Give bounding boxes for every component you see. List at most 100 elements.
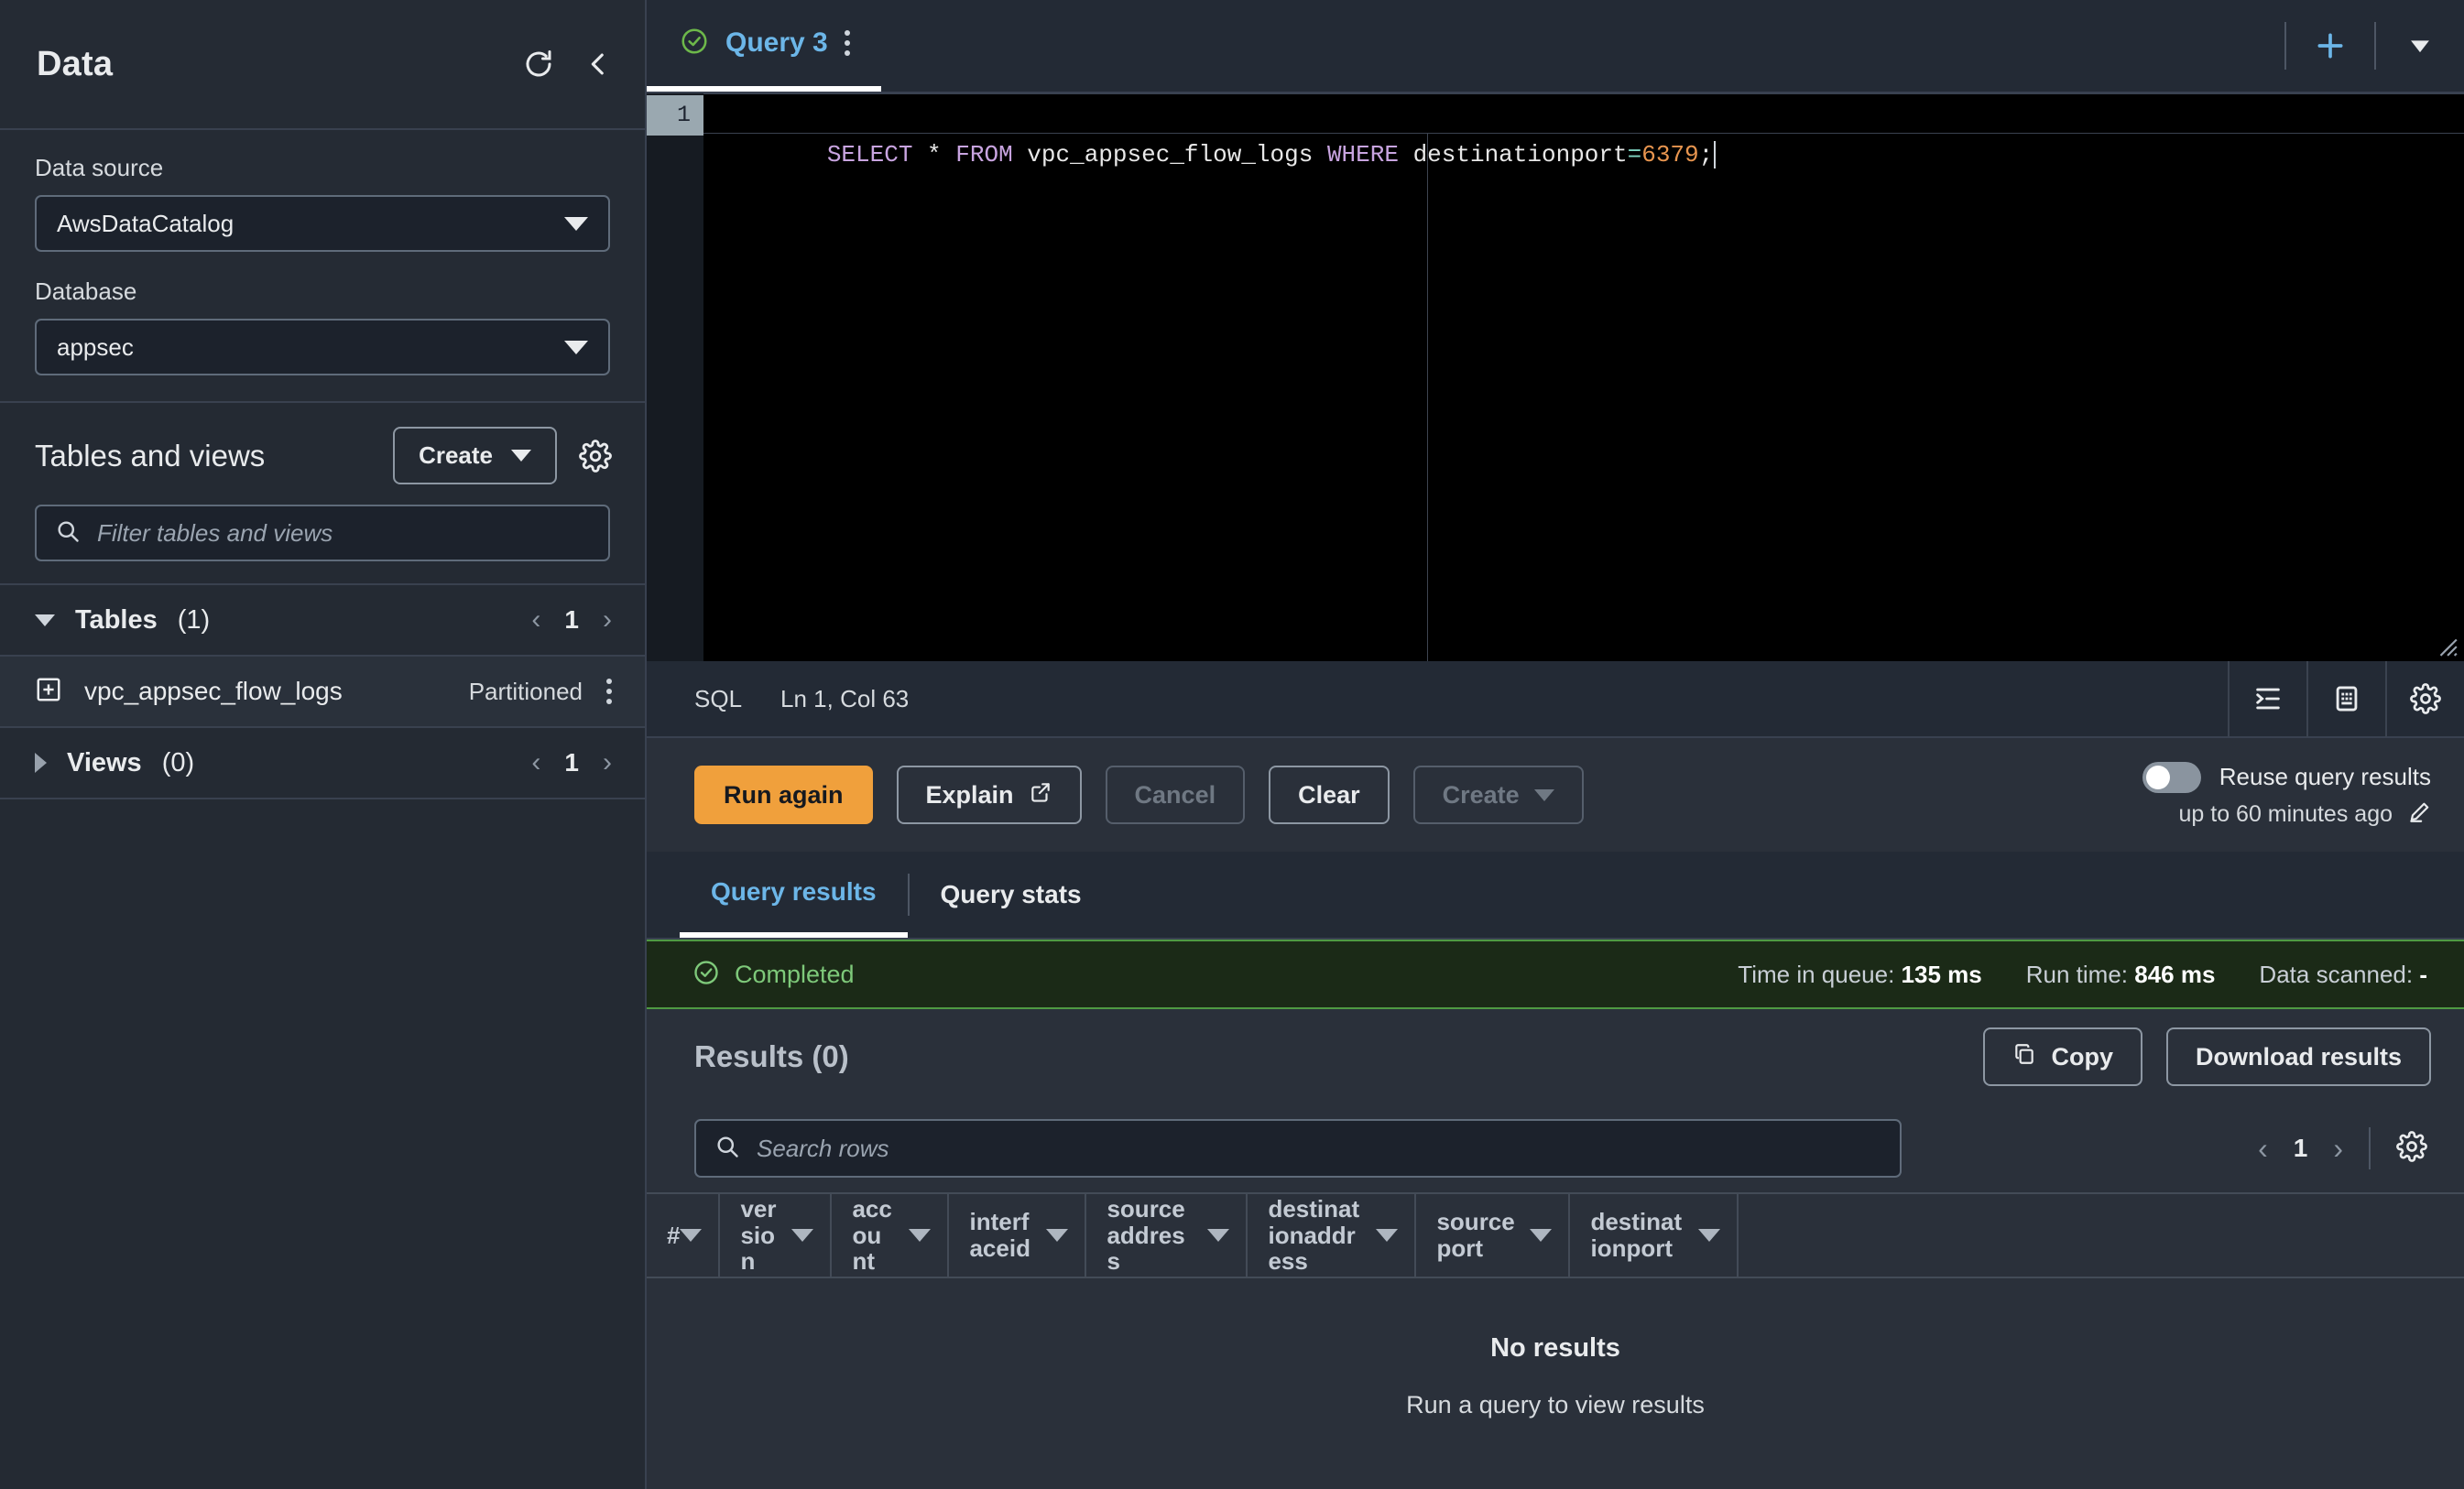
create-button[interactable]: Create [393,427,557,484]
chevron-left-icon[interactable]: ‹ [2258,1132,2268,1166]
refresh-icon[interactable] [522,48,555,81]
column-header-account[interactable]: account [832,1194,950,1277]
chevron-right-icon[interactable]: › [603,604,612,636]
more-vertical-icon[interactable] [844,30,850,56]
sort-caret-icon[interactable] [909,1229,932,1242]
explain-button[interactable]: Explain [896,766,1082,824]
column-header-label: sourceport [1436,1208,1515,1262]
sort-caret-icon[interactable] [1530,1229,1553,1242]
explain-label: Explain [925,780,1014,809]
tables-views-actions: Create [393,427,612,484]
download-results-button[interactable]: Download results [2165,1027,2431,1086]
clear-button[interactable]: Clear [1269,766,1390,824]
database-value: appsec [57,332,134,361]
sort-caret-icon[interactable] [791,1229,814,1242]
table-partition-badge: Partitioned [468,677,583,705]
tab-query-stats[interactable]: Query stats [910,852,1113,938]
column-header-sourceaddress[interactable]: sourceaddress [1086,1194,1248,1277]
triangle-right-icon[interactable] [35,753,47,773]
views-group-left: Views (0) [35,748,194,778]
sql-code-line[interactable]: SELECT * FROM vpc_appsec_flow_logs WHERE… [703,93,2464,169]
filter-tables-input[interactable] [97,518,590,548]
results-panel: Results (0) Copy Download results Search… [647,1009,2464,1489]
status-metrics: Time in queue: 135 ms Run time: 846 ms D… [1738,961,2427,989]
download-results-label: Download results [2195,1042,2402,1071]
column-header-label: account [852,1195,892,1276]
results-page-number: 1 [2293,1134,2308,1162]
sql-editor[interactable]: 1 SELECT * FROM vpc_appsec_flow_logs WHE… [647,93,2464,661]
database-select[interactable]: appsec [35,319,610,375]
data-scanned-label: Data scanned: [2259,960,2414,988]
sidebar-title: Data [37,44,114,83]
chevron-down-icon [564,340,588,354]
chevron-left-icon[interactable] [583,49,614,80]
sql-token-star: * [912,141,956,168]
sql-token-where: WHERE [1326,141,1399,168]
chevron-down-icon [511,450,531,462]
triangle-down-icon[interactable] [35,614,55,626]
more-vertical-icon[interactable] [606,679,612,704]
search-rows-box[interactable] [694,1119,1902,1178]
column-header-version[interactable]: version [720,1194,833,1277]
resize-grip-icon[interactable] [2435,634,2459,658]
sql-token-operator: = [1627,141,1642,168]
tabbar-actions [2284,0,2464,92]
column-header-destinationport[interactable]: destinationport [1570,1194,1739,1277]
query-editor-main: Query 3 1 SELECT * FROM vpc_appsec_flow_… [647,0,2464,1489]
sql-token-from: FROM [955,141,1013,168]
search-rows-input[interactable] [757,1134,1881,1163]
sort-caret-icon[interactable] [1207,1229,1230,1242]
chevron-left-icon[interactable]: ‹ [531,604,540,636]
chevron-right-icon[interactable]: › [2333,1132,2343,1166]
editor-statusbar: SQL Ln 1, Col 63 [647,660,2464,738]
expand-table-icon[interactable] [35,676,62,708]
run-again-button[interactable]: Run again [694,766,873,824]
filter-tables-box[interactable] [35,505,610,561]
copy-label: Copy [2051,1042,2113,1071]
views-group-label: Views [67,747,142,777]
plus-icon[interactable] [2286,27,2374,64]
chevron-right-icon[interactable]: › [603,747,612,778]
tables-page-number: 1 [564,605,579,634]
pencil-icon[interactable] [2407,800,2431,829]
column-header-label: destinationport [1590,1208,1683,1262]
sort-caret-icon[interactable] [1046,1229,1069,1242]
tab-query-results[interactable]: Query results [680,852,908,938]
results-grid-header: # version account interfaceid sourceaddress d… [647,1192,2464,1278]
gear-icon[interactable] [579,439,612,473]
gear-icon[interactable] [2396,1130,2427,1167]
column-header-[interactable]: # [647,1194,721,1277]
table-list-item[interactable]: vpc_appsec_flow_logs Partitioned [0,657,645,728]
create-query-label: Create [1442,780,1520,809]
data-source-section: Data source AwsDataCatalog Database apps… [0,130,645,403]
column-header-interfaceid[interactable]: interfaceid [949,1194,1087,1277]
gear-icon[interactable] [2385,660,2464,737]
chevron-left-icon[interactable]: ‹ [531,747,540,778]
column-header-destinationaddress[interactable]: destinationaddress [1248,1194,1417,1277]
tables-group-label: Tables [75,604,158,635]
views-group-header[interactable]: Views (0) ‹ 1 › [0,728,645,799]
tab-label: Query 3 [725,27,828,58]
keyboard-icon[interactable] [2306,660,2385,737]
copy-button[interactable]: Copy [1983,1027,2142,1086]
chevron-down-icon[interactable] [2376,30,2464,61]
sort-caret-icon[interactable] [1698,1229,1721,1242]
results-title-wrap: Results (0) [694,1039,849,1074]
column-header-sourceport[interactable]: sourceport [1416,1194,1571,1277]
create-button-label: Create [419,441,493,469]
sort-caret-icon[interactable] [680,1229,703,1242]
empty-state-title: No results [1490,1333,1620,1363]
tab-query-stats-label: Query stats [940,880,1082,908]
data-source-select[interactable]: AwsDataCatalog [35,195,610,252]
reuse-query-results-toggle[interactable] [2142,761,2201,793]
tables-group-header[interactable]: Tables (1) ‹ 1 › [0,585,645,657]
sql-token-column: destinationport [1398,141,1628,168]
editor-code-area[interactable]: SELECT * FROM vpc_appsec_flow_logs WHERE… [703,93,2464,661]
tab-query-3[interactable]: Query 3 [647,0,881,92]
sort-caret-icon[interactable] [1376,1229,1399,1242]
copy-icon [2012,1042,2036,1072]
editor-language: SQL [694,684,743,712]
format-indent-icon[interactable] [2228,660,2306,737]
check-circle-icon [692,959,720,991]
results-header: Results (0) Copy Download results [647,1009,2464,1104]
